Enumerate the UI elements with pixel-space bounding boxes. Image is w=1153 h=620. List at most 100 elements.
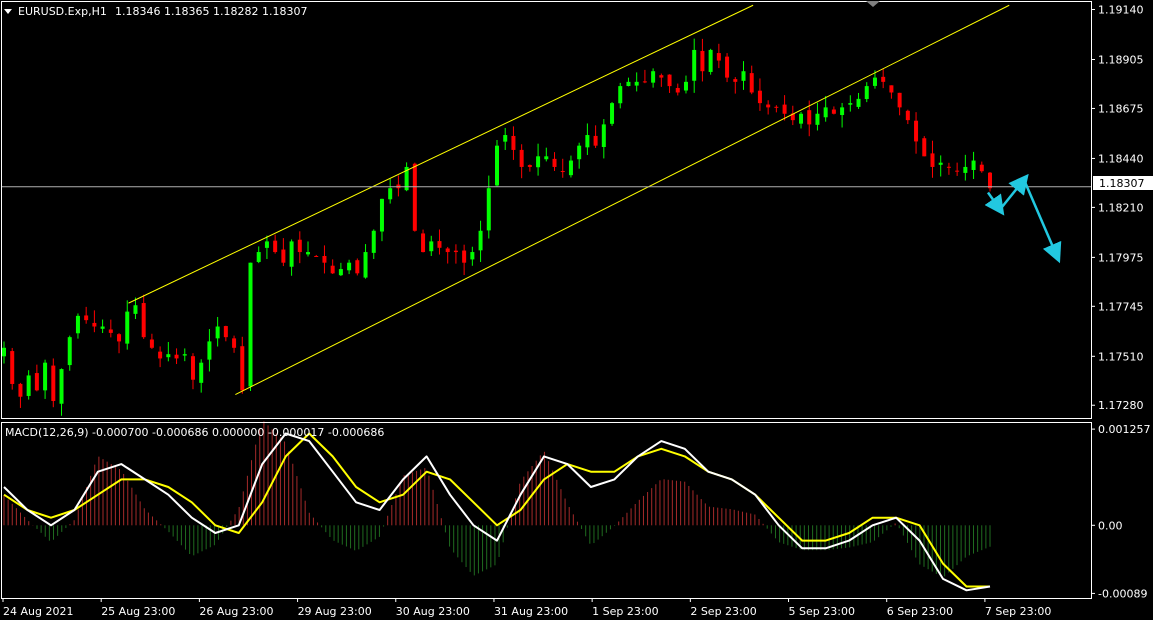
candle-body[interactable]: [799, 113, 804, 124]
candle-body[interactable]: [174, 354, 179, 359]
candle-body[interactable]: [51, 365, 56, 401]
candle-body[interactable]: [864, 86, 869, 100]
candle-body[interactable]: [872, 77, 877, 86]
candle-body[interactable]: [59, 369, 64, 404]
candle-body[interactable]: [486, 188, 491, 231]
candle-body[interactable]: [642, 81, 647, 83]
candle-body[interactable]: [963, 166, 968, 173]
candle-body[interactable]: [626, 81, 631, 87]
candle-body[interactable]: [700, 50, 705, 72]
candle-body[interactable]: [100, 326, 105, 329]
candle-body[interactable]: [207, 341, 212, 360]
candle-body[interactable]: [84, 315, 89, 321]
candle-body[interactable]: [971, 160, 976, 170]
candle-body[interactable]: [421, 233, 426, 253]
candle-body[interactable]: [10, 351, 15, 384]
candle-body[interactable]: [708, 49, 713, 72]
candle-body[interactable]: [158, 351, 163, 359]
candle-body[interactable]: [108, 329, 113, 333]
candle-body[interactable]: [856, 98, 861, 107]
candle-body[interactable]: [922, 138, 927, 157]
candle-body[interactable]: [988, 172, 992, 189]
candle-body[interactable]: [651, 71, 656, 83]
candle-body[interactable]: [618, 86, 623, 104]
candle-body[interactable]: [281, 249, 286, 263]
candle-body[interactable]: [585, 135, 590, 148]
candle-body[interactable]: [133, 305, 138, 314]
candle-body[interactable]: [659, 75, 664, 78]
candle-body[interactable]: [388, 188, 393, 200]
candle-body[interactable]: [946, 166, 951, 168]
candle-body[interactable]: [568, 160, 573, 176]
candle-body[interactable]: [248, 262, 253, 387]
candle-body[interactable]: [445, 248, 450, 253]
candle-body[interactable]: [881, 76, 886, 82]
candle-body[interactable]: [125, 311, 130, 344]
candle-body[interactable]: [18, 383, 23, 397]
candle-body[interactable]: [355, 260, 360, 274]
candle-body[interactable]: [610, 103, 615, 124]
candle-body[interactable]: [306, 252, 311, 255]
candle-body[interactable]: [848, 103, 853, 105]
candle-body[interactable]: [240, 346, 245, 391]
candle-body[interactable]: [823, 107, 828, 118]
candle-body[interactable]: [182, 354, 187, 356]
candle-body[interactable]: [979, 164, 984, 172]
candle-body[interactable]: [552, 158, 557, 167]
candle-body[interactable]: [256, 252, 261, 262]
candle-body[interactable]: [363, 252, 368, 278]
candle-body[interactable]: [634, 81, 639, 86]
candle-body[interactable]: [667, 74, 672, 87]
candle-body[interactable]: [807, 110, 812, 125]
candle-body[interactable]: [757, 90, 762, 104]
candle-body[interactable]: [429, 241, 434, 252]
candle-body[interactable]: [495, 145, 499, 186]
candle-body[interactable]: [322, 255, 327, 263]
candle-body[interactable]: [733, 79, 738, 82]
candle-body[interactable]: [75, 315, 80, 334]
candle-body[interactable]: [371, 230, 376, 253]
candle-body[interactable]: [289, 241, 294, 267]
candle-body[interactable]: [601, 124, 606, 147]
candle-body[interactable]: [330, 265, 335, 274]
candle-body[interactable]: [519, 149, 524, 167]
candle-body[interactable]: [560, 171, 565, 173]
candle-body[interactable]: [725, 56, 730, 78]
candle-body[interactable]: [831, 109, 836, 114]
candle-body[interactable]: [774, 106, 779, 108]
candle-body[interactable]: [232, 338, 237, 348]
candle-body[interactable]: [478, 230, 483, 251]
candle-body[interactable]: [766, 104, 771, 108]
candle-body[interactable]: [930, 153, 935, 167]
candle-body[interactable]: [92, 322, 97, 327]
trading-chart[interactable]: 1.19140 1.18905 1.18675 1.18440 1.18210 1.179…: [0, 0, 1153, 620]
candle-body[interactable]: [199, 362, 204, 383]
candle-body[interactable]: [379, 198, 384, 232]
candle-body[interactable]: [938, 162, 943, 165]
candle-body[interactable]: [149, 339, 154, 348]
candle-body[interactable]: [897, 92, 902, 108]
candle-body[interactable]: [577, 145, 582, 160]
candle-body[interactable]: [840, 107, 845, 116]
candle-body[interactable]: [692, 49, 697, 81]
candle-body[interactable]: [593, 135, 598, 146]
candle-body[interactable]: [437, 241, 442, 248]
candle-body[interactable]: [889, 85, 894, 93]
candle-body[interactable]: [26, 375, 31, 396]
candle-body[interactable]: [453, 250, 458, 253]
candle-body[interactable]: [503, 135, 508, 142]
candle-body[interactable]: [190, 356, 195, 380]
candle-body[interactable]: [716, 53, 721, 61]
candle-body[interactable]: [141, 303, 146, 338]
candle-body[interactable]: [914, 120, 919, 142]
candle-body[interactable]: [2, 347, 6, 357]
candle-body[interactable]: [412, 163, 417, 231]
candle-body[interactable]: [297, 239, 302, 253]
candle-body[interactable]: [34, 373, 39, 391]
candle-body[interactable]: [683, 81, 688, 91]
candle-body[interactable]: [264, 241, 269, 248]
candle-body[interactable]: [741, 71, 746, 81]
candle-body[interactable]: [470, 252, 475, 260]
candle-body[interactable]: [675, 87, 680, 93]
candle-body[interactable]: [462, 250, 467, 263]
